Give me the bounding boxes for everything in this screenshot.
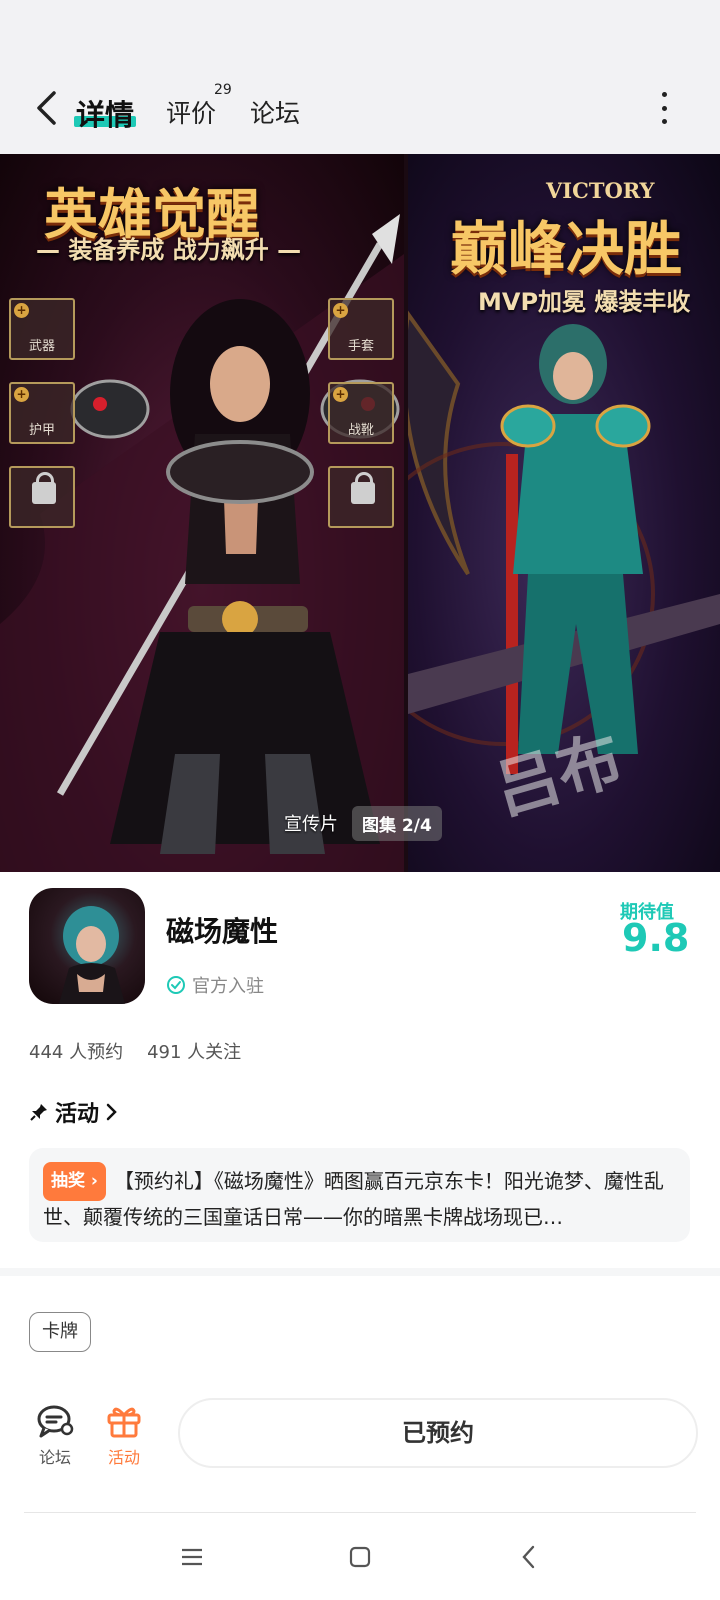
tab-review[interactable]: 评价	[166, 94, 216, 130]
tab-forum[interactable]: 论坛	[250, 94, 300, 130]
official-badge: 官方入驻	[166, 972, 264, 998]
back-button[interactable]	[26, 86, 66, 130]
album-counter[interactable]: 图集 2/4	[352, 805, 442, 841]
app-stats: 444 人预约 491 人关注	[29, 1038, 241, 1064]
section-divider	[0, 1268, 720, 1276]
chevron-left-icon	[37, 91, 56, 125]
recent-apps-button[interactable]	[170, 1535, 214, 1579]
gallery-image-1[interactable]: 英雄觉醒 — 装备养成 战力飙升 — + 武器 + 手套 + 护甲 + 战靴	[0, 154, 404, 872]
home-button[interactable]	[338, 1535, 382, 1579]
back-arrow-icon	[522, 1545, 535, 1569]
chevron-right-icon	[106, 1103, 117, 1121]
lock-icon	[351, 472, 375, 504]
app-icon	[29, 888, 145, 1004]
equipment-slot-armor: + 护甲	[9, 382, 75, 444]
official-label: 官方入驻	[192, 976, 264, 997]
activity-section-header[interactable]: 活动	[29, 1096, 119, 1128]
equipment-slot-gloves: + 手套	[328, 298, 394, 360]
forum-action-label: 论坛	[38, 1448, 71, 1467]
gift-icon	[107, 1407, 141, 1438]
follower-count: 491 人关注	[147, 1042, 242, 1063]
verified-check-icon	[167, 976, 185, 994]
activity-text: 【预约礼】《磁场魔性》晒图赢百元京东卡！阳光诡梦、魔性乱世、颠覆传统的三国童话日…	[43, 1169, 664, 1228]
activity-content: 抽奖 › 【预约礼】《磁场魔性》晒图赢百元京东卡！阳光诡梦、魔性乱世、颠覆传统的三…	[43, 1162, 676, 1228]
review-count-badge: 29	[214, 82, 232, 98]
lock-icon	[32, 472, 56, 504]
locked-slot-right	[328, 466, 394, 528]
activity-heading: 活动	[55, 1102, 100, 1127]
chat-bubble-icon	[37, 1405, 74, 1438]
nav-back-button[interactable]	[506, 1535, 550, 1579]
reservation-count: 444 人预约	[29, 1042, 124, 1063]
anticipation-score: 9.8	[622, 916, 690, 960]
forum-action-button[interactable]: 论坛	[36, 1404, 74, 1468]
media-gallery[interactable]: 英雄觉醒 — 装备养成 战力飙升 — + 武器 + 手套 + 护甲 + 战靴 VICTO…	[0, 154, 720, 872]
media-type-labels: 宣传片 图集 2/4	[278, 805, 442, 841]
equipment-slot-weapon: + 武器	[9, 298, 75, 360]
promo-subheadline-1: — 装备养成 战力飙升 —	[36, 236, 302, 264]
lottery-badge: 抽奖 ›	[43, 1162, 106, 1201]
reserved-button[interactable]: 已预约	[178, 1398, 698, 1468]
more-options-button[interactable]	[656, 88, 672, 128]
pin-icon	[30, 1104, 47, 1121]
home-square-icon	[349, 1546, 371, 1568]
promo-headline-2: 巅峰决胜	[450, 215, 683, 283]
menu-icon	[182, 1548, 202, 1566]
locked-slot-left	[9, 466, 75, 528]
video-label[interactable]: 宣传片	[278, 806, 344, 840]
status-bar	[0, 0, 720, 64]
victory-text: VICTORY	[546, 178, 655, 203]
genre-tag[interactable]: 卡牌	[29, 1312, 91, 1352]
equipment-slot-boots: + 战靴	[328, 382, 394, 444]
activity-card[interactable]: 抽奖 › 【预约礼】《磁场魔性》晒图赢百元京东卡！阳光诡梦、魔性乱世、颠覆传统的三…	[29, 1148, 690, 1242]
system-navigation-bar	[0, 1513, 720, 1600]
gallery-image-2[interactable]: VICTORY 巅峰决胜 MVP加冕 爆装丰收 吕布	[408, 154, 720, 872]
promo-subheadline-2: MVP加冕 爆装丰收	[478, 288, 691, 316]
event-action-label: 活动	[107, 1448, 140, 1467]
tab-detail[interactable]: 详情	[76, 92, 134, 134]
event-action-button[interactable]: 活动	[106, 1404, 142, 1468]
app-name: 磁场魔性	[166, 915, 279, 948]
top-header: 详情 评价 29 论坛	[0, 64, 720, 154]
